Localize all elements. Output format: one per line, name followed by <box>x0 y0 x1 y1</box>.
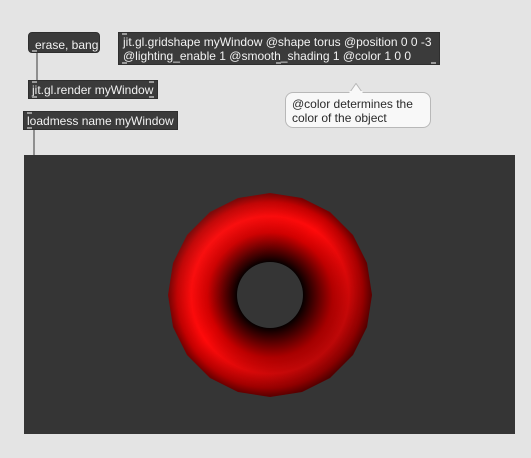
inlet[interactable] <box>27 112 32 114</box>
comment-tail-cover <box>349 91 363 94</box>
jit-gl-render-object[interactable]: jit.gl.render myWindow <box>28 80 158 99</box>
outlet-left[interactable] <box>122 62 127 64</box>
comment-line-2: color of the object <box>292 111 387 125</box>
torus-hole <box>237 262 303 328</box>
torus-shape <box>168 193 372 397</box>
outlet-right[interactable] <box>431 62 436 64</box>
outlet-middle[interactable] <box>276 62 281 64</box>
inlet-right[interactable] <box>149 81 154 83</box>
erase-bang-label: erase, bang <box>35 38 99 52</box>
outlet[interactable] <box>27 127 32 129</box>
loadmess-label: loadmess name myWindow <box>27 114 174 128</box>
outlet[interactable] <box>32 50 37 52</box>
jit-pwindow-render-view[interactable] <box>24 155 515 434</box>
jit-gl-gridshape-object[interactable]: jit.gl.gridshape myWindow @shape torus @… <box>118 32 440 65</box>
comment-line-1: @color determines the <box>292 97 413 111</box>
erase-bang-message-box[interactable]: erase, bang <box>28 32 100 53</box>
jit-gl-render-label: jit.gl.render myWindow <box>32 83 154 97</box>
gridshape-line-2: @lighting_enable 1 @smooth_shading 1 @co… <box>123 49 412 63</box>
outlet-left[interactable] <box>32 96 37 98</box>
outlet-right[interactable] <box>149 96 154 98</box>
gridshape-line-1: jit.gl.gridshape myWindow @shape torus @… <box>123 35 432 49</box>
loadmess-object[interactable]: loadmess name myWindow <box>23 111 178 130</box>
torus-render <box>168 193 372 397</box>
inlet-left[interactable] <box>32 81 37 83</box>
inlet[interactable] <box>122 33 127 35</box>
comment-bubble: @color determines the color of the objec… <box>285 92 431 128</box>
